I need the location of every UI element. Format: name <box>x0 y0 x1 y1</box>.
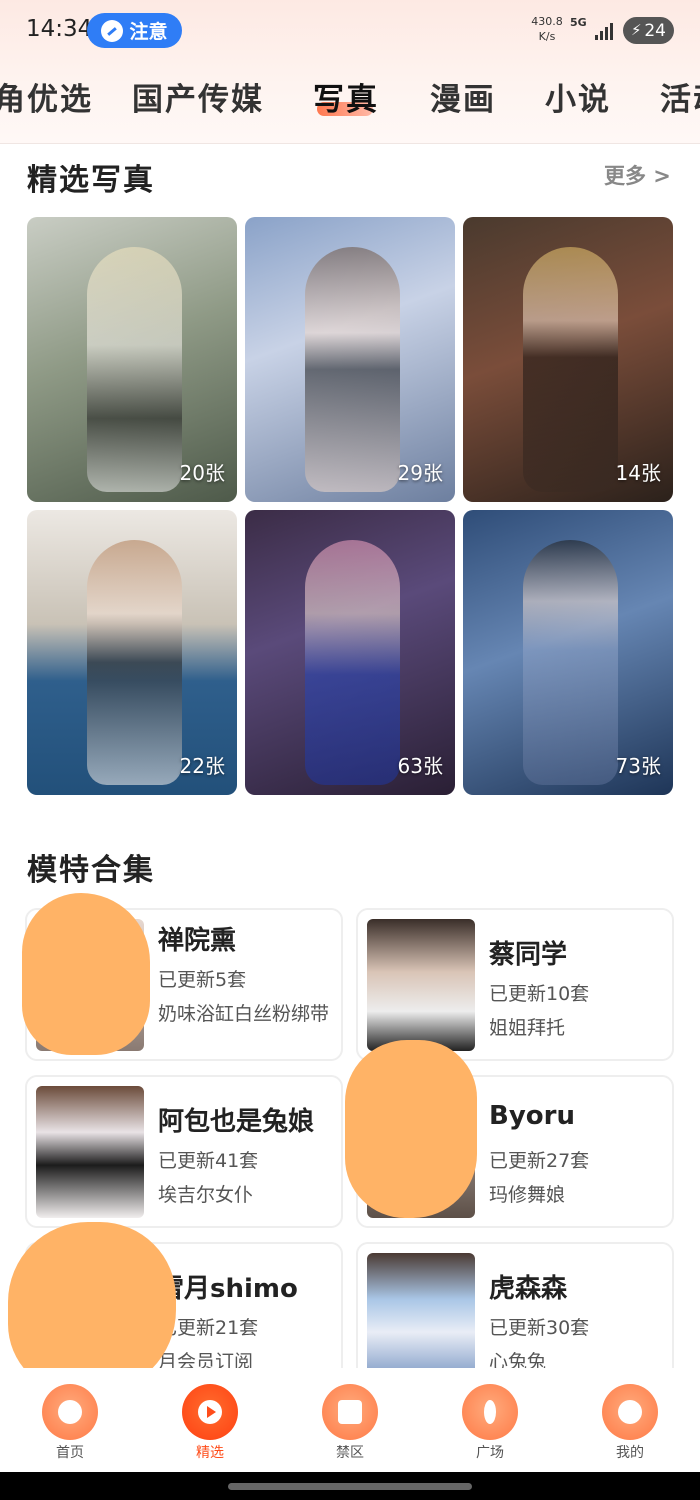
photo-card[interactable]: 73张 <box>463 510 673 795</box>
model-desc: 埃吉尔女仆 <box>158 1184 254 1206</box>
photo-image <box>523 247 618 492</box>
model-updated: 已更新30套 <box>489 1317 590 1339</box>
model-name: 蔡同学 <box>489 940 568 970</box>
model-card[interactable]: 蔡同学 已更新10套 姐姐拜托 <box>356 908 674 1061</box>
nav-label: 我的 <box>616 1445 644 1461</box>
nav-restricted[interactable]: 禁区 <box>280 1368 420 1472</box>
photo-count: 14张 <box>615 461 661 485</box>
model-avatar <box>36 1086 144 1218</box>
tab-guochan[interactable]: 国产传媒 <box>132 74 264 119</box>
model-name: 阿包也是兔娘 <box>158 1107 315 1137</box>
play-icon <box>182 1384 238 1440</box>
notice-pill[interactable]: 注意 <box>87 13 182 48</box>
photo-image <box>305 540 400 785</box>
model-desc: 奶味浴缸白丝粉绑带 <box>158 1003 330 1025</box>
model-updated: 已更新27套 <box>489 1150 590 1172</box>
model-desc: 姐姐拜托 <box>489 1017 566 1039</box>
nav-square[interactable]: 广场 <box>420 1368 560 1472</box>
redaction-blob <box>345 1040 477 1218</box>
status-time: 14:34 <box>26 16 93 42</box>
star-icon <box>42 1384 98 1440</box>
model-updated: 已更新10套 <box>489 983 590 1005</box>
tab-manhua[interactable]: 漫画 <box>430 74 496 119</box>
nav-home[interactable]: 首页 <box>0 1368 140 1472</box>
photo-count: 73张 <box>615 754 661 778</box>
tab-youxuan[interactable]: 角优选 <box>0 74 93 119</box>
nav-profile[interactable]: 我的 <box>560 1368 700 1472</box>
compass-icon <box>101 19 124 42</box>
model-name: Byoru <box>489 1101 575 1131</box>
battery-indicator: ⚡ 24 <box>623 17 674 44</box>
notice-label: 注意 <box>129 21 168 43</box>
network-type: 5G <box>570 16 587 29</box>
tab-xiezhen[interactable]: 写真 <box>313 74 379 119</box>
photo-card[interactable]: 14张 <box>463 217 673 502</box>
nav-featured[interactable]: 精选 <box>140 1368 280 1472</box>
photo-card[interactable]: 63张 <box>245 510 455 795</box>
model-avatar <box>367 1253 475 1385</box>
photo-image <box>87 247 182 492</box>
model-name: 禅院熏 <box>158 926 237 956</box>
model-name: 雪月shimo <box>158 1274 298 1304</box>
category-tabs: 角优选 国产传媒 写真 漫画 小说 活动 <box>0 62 700 142</box>
system-nav-bar <box>0 1472 700 1500</box>
model-desc: 玛修舞娘 <box>489 1184 566 1206</box>
more-link[interactable]: 更多 > <box>604 160 671 190</box>
model-name: 虎森森 <box>489 1274 568 1304</box>
photo-card[interactable]: 22张 <box>27 510 237 795</box>
photo-card[interactable]: 29张 <box>245 217 455 502</box>
compass-icon <box>462 1384 518 1440</box>
redaction-blob <box>22 893 150 1055</box>
featured-title: 精选写真 <box>27 163 155 198</box>
photo-image <box>523 540 618 785</box>
smile-icon <box>602 1384 658 1440</box>
net-speed: 430.8 K/s <box>530 14 564 44</box>
net-speed-unit: K/s <box>538 30 556 43</box>
photo-card[interactable]: 20张 <box>27 217 237 502</box>
model-card[interactable]: 阿包也是兔娘 已更新41套 埃吉尔女仆 <box>25 1075 343 1228</box>
model-avatar <box>367 919 475 1051</box>
nav-label: 广场 <box>476 1445 504 1461</box>
tab-huodong[interactable]: 活动 <box>660 74 700 119</box>
charging-icon: ⚡ <box>631 21 642 39</box>
battery-level: 24 <box>644 20 666 41</box>
status-bar: 14:34 注意 430.8 K/s 5G ⚡ 24 <box>0 0 700 62</box>
bottom-nav: 首页 精选 禁区 广场 我的 <box>0 1368 700 1472</box>
home-indicator[interactable] <box>228 1483 472 1490</box>
tab-xiaoshuo[interactable]: 小说 <box>545 74 611 119</box>
photo-count: 29张 <box>397 461 443 485</box>
photo-count: 22张 <box>179 754 225 778</box>
model-updated: 已更新41套 <box>158 1150 259 1172</box>
models-title: 模特合集 <box>27 853 155 888</box>
model-updated: 已更新5套 <box>158 969 247 991</box>
photo-count: 20张 <box>179 461 225 485</box>
nav-label: 精选 <box>196 1445 224 1461</box>
lock-icon <box>322 1384 378 1440</box>
top-header: 14:34 注意 430.8 K/s 5G ⚡ 24 角优选 国产传媒 写真 漫… <box>0 0 700 144</box>
signal-icon <box>595 22 615 40</box>
nav-label: 禁区 <box>336 1445 364 1461</box>
photo-count: 63张 <box>397 754 443 778</box>
photo-image <box>305 247 400 492</box>
photo-image <box>87 540 182 785</box>
nav-label: 首页 <box>56 1445 84 1461</box>
net-speed-value: 430.8 <box>531 15 563 28</box>
